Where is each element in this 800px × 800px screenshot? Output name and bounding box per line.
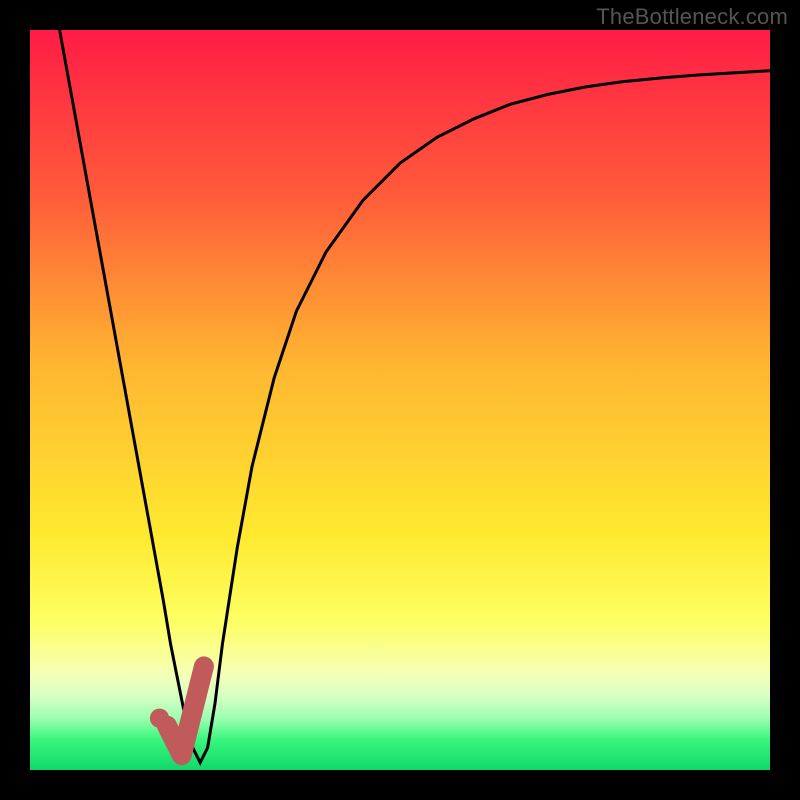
marker-layer xyxy=(30,30,770,770)
highlight-dot xyxy=(150,709,169,728)
plot-area xyxy=(30,30,770,770)
chart-frame: TheBottleneck.com xyxy=(0,0,800,800)
attribution-text: TheBottleneck.com xyxy=(596,4,788,30)
